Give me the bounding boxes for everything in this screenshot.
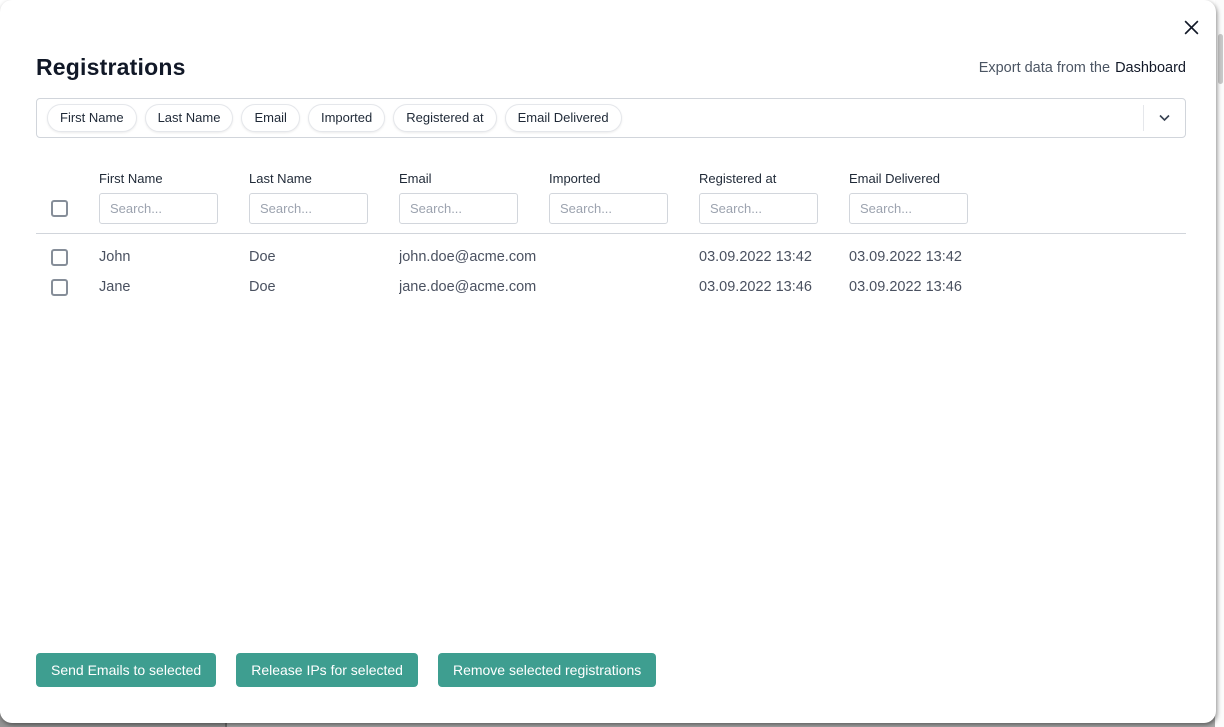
column-label: Email: [399, 171, 549, 186]
close-button[interactable]: [1180, 16, 1202, 38]
filter-pill-email-delivered[interactable]: Email Delivered: [505, 104, 622, 132]
background-page-right: [1215, 0, 1224, 727]
column-email: Email: [399, 171, 549, 224]
filter-pill-last-name[interactable]: Last Name: [145, 104, 234, 132]
table-row: John Doe john.doe@acme.com 03.09.2022 13…: [36, 242, 1186, 272]
filter-bar: First Name Last Name Email Imported Regi…: [36, 98, 1186, 138]
export-hint: Export data from the Dashboard: [979, 60, 1186, 76]
dashboard-link[interactable]: Dashboard: [1115, 60, 1186, 76]
release-ips-button[interactable]: Release IPs for selected: [236, 653, 418, 687]
cell-registered-at: 03.09.2022 13:42: [699, 249, 849, 265]
row-checkbox-cell: [36, 279, 99, 296]
cell-email-delivered: 03.09.2022 13:42: [849, 249, 999, 265]
search-input-first-name[interactable]: [99, 193, 218, 224]
search-input-email[interactable]: [399, 193, 518, 224]
column-label: Last Name: [249, 171, 399, 186]
registrations-modal: Registrations Export data from the Dashbo…: [0, 0, 1216, 723]
cell-email: jane.doe@acme.com: [399, 279, 549, 295]
cell-first-name: John: [99, 249, 249, 265]
row-checkbox-cell: [36, 249, 99, 266]
search-input-imported[interactable]: [549, 193, 668, 224]
page-title: Registrations: [36, 54, 186, 81]
send-emails-button[interactable]: Send Emails to selected: [36, 653, 216, 687]
close-icon: [1183, 19, 1200, 36]
select-all-checkbox[interactable]: [51, 200, 68, 217]
filter-pill-registered-at[interactable]: Registered at: [393, 104, 496, 132]
remove-registrations-button[interactable]: Remove selected registrations: [438, 653, 656, 687]
column-last-name: Last Name: [249, 171, 399, 224]
cell-email-delivered: 03.09.2022 13:46: [849, 279, 999, 295]
cell-last-name: Doe: [249, 279, 399, 295]
search-input-registered-at[interactable]: [699, 193, 818, 224]
cell-first-name: Jane: [99, 279, 249, 295]
column-label: Email Delivered: [849, 171, 999, 186]
filter-pill-email[interactable]: Email: [241, 104, 300, 132]
row-checkbox[interactable]: [51, 279, 68, 296]
export-hint-text: Export data from the: [979, 60, 1110, 76]
search-input-email-delivered[interactable]: [849, 193, 968, 224]
column-imported: Imported: [549, 171, 699, 224]
filter-pill-list: First Name Last Name Email Imported Regi…: [47, 104, 1143, 132]
registrations-table: First Name Last Name Email Imported Regi…: [36, 171, 1186, 302]
header-checkbox-cell: [36, 200, 99, 224]
column-registered-at: Registered at: [699, 171, 849, 224]
column-email-delivered: Email Delivered: [849, 171, 999, 224]
bulk-actions: Send Emails to selected Release IPs for …: [36, 653, 656, 687]
row-checkbox[interactable]: [51, 249, 68, 266]
cell-registered-at: 03.09.2022 13:46: [699, 279, 849, 295]
column-label: Imported: [549, 171, 699, 186]
search-input-last-name[interactable]: [249, 193, 368, 224]
filter-pill-first-name[interactable]: First Name: [47, 104, 137, 132]
table-header-row: First Name Last Name Email Imported Regi…: [36, 171, 1186, 234]
chevron-down-icon: [1159, 114, 1170, 122]
column-first-name: First Name: [99, 171, 249, 224]
modal-header: Registrations Export data from the Dashbo…: [36, 54, 1186, 81]
filter-pill-imported[interactable]: Imported: [308, 104, 385, 132]
column-label: First Name: [99, 171, 249, 186]
table-row: Jane Doe jane.doe@acme.com 03.09.2022 13…: [36, 272, 1186, 302]
column-label: Registered at: [699, 171, 849, 186]
cell-last-name: Doe: [249, 249, 399, 265]
filter-dropdown-toggle[interactable]: [1143, 105, 1185, 131]
cell-email: john.doe@acme.com: [399, 249, 549, 265]
page-scrollbar-thumb[interactable]: [1218, 34, 1223, 84]
